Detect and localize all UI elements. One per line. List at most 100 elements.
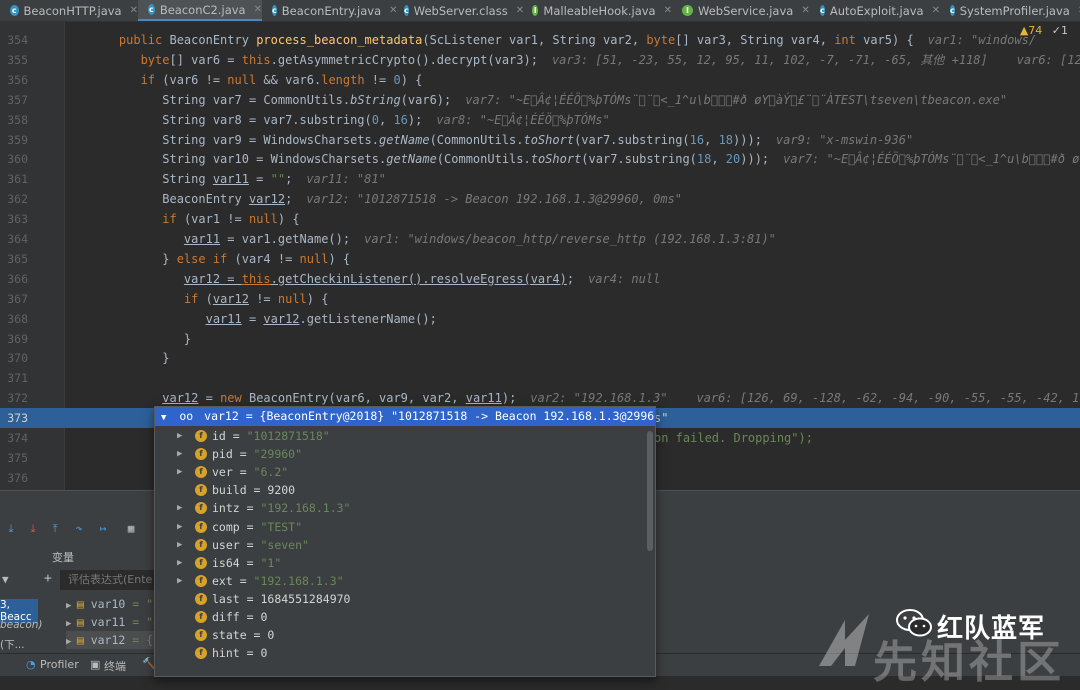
field-entry: is64 = "1": [212, 554, 281, 572]
inspection-widget[interactable]: ▲74 ✓1: [1020, 24, 1068, 37]
tab-webservice-java[interactable]: I WebService.java ✕: [672, 0, 810, 21]
code-token: [] var3, String var4,: [675, 33, 835, 47]
tab-malleablehook-java[interactable]: I MalleableHook.java ✕: [522, 0, 672, 21]
code-token: (CommonUtils.: [429, 132, 524, 147]
code-line[interactable]: 369 }: [0, 329, 1080, 349]
code-line[interactable]: 357 String var7 = CommonUtils.bString(va…: [0, 90, 1080, 110]
chevron-right-icon[interactable]: ▶: [177, 445, 182, 463]
code-token: 20: [725, 152, 741, 167]
code-text: }: [90, 348, 169, 368]
field-name: diff =: [212, 610, 261, 624]
popup-scrollbar[interactable]: [647, 431, 653, 551]
code-line[interactable]: 366 var12 = this.getCheckinListener().re…: [0, 269, 1080, 289]
line-number: 364: [7, 232, 28, 246]
class-icon: c: [148, 4, 155, 15]
code-line[interactable]: 361 String var11 = ""; var11: "81": [0, 169, 1080, 189]
code-line[interactable]: 371: [0, 368, 1080, 388]
code-line[interactable]: 359 String var9 = WindowsCharsets.getNam…: [0, 130, 1080, 150]
chevron-right-icon[interactable]: ▶: [66, 619, 77, 629]
line-number: 356: [7, 72, 28, 87]
code-line[interactable]: 362 BeaconEntry var12; var12: "1012871518…: [0, 189, 1080, 209]
field-row[interactable]: ▶ f ext = "192.168.1.3": [155, 572, 645, 590]
field-row[interactable]: ▶ f pid = "29960": [155, 445, 645, 463]
code-text: byte[] var6 = this.getAsymmetricCrypto()…: [90, 50, 1080, 70]
code-token: this: [241, 52, 271, 67]
variable-row[interactable]: ▶ ▤ var12 = {B: [66, 631, 160, 649]
variable-inspect-popup[interactable]: ▼ oo var12 = {BeaconEntry@2018} "1012871…: [154, 406, 656, 677]
chevron-right-icon[interactable]: ▶: [177, 499, 182, 517]
close-icon[interactable]: ✕: [664, 5, 672, 16]
code-line[interactable]: 358 String var8 = var7.substring(0, 16);…: [0, 110, 1080, 130]
profiler-tab[interactable]: Profiler: [40, 658, 79, 671]
class-icon: c: [820, 5, 825, 16]
drop-frame-icon[interactable]: ↷: [72, 522, 86, 536]
field-row[interactable]: f state = 0: [155, 626, 645, 644]
chevron-right-icon[interactable]: ▶: [177, 427, 182, 445]
chevron-right-icon[interactable]: ▶: [177, 572, 182, 590]
close-icon[interactable]: ✕: [801, 5, 809, 16]
field-row[interactable]: f hint = 0: [155, 644, 645, 662]
code-token: length: [321, 72, 372, 87]
close-icon[interactable]: ✕: [130, 5, 138, 16]
tab-beaconc2-java[interactable]: c BeaconC2.java ✕: [138, 0, 262, 21]
code-token: getName: [378, 132, 430, 147]
evaluate-icon[interactable]: ▦: [124, 522, 138, 536]
line-number: 374: [7, 431, 28, 445]
field-row[interactable]: ▶ f comp = "TEST": [155, 518, 645, 536]
code-token: toShort: [530, 152, 582, 167]
code-line[interactable]: 355 byte[] var6 = this.getAsymmetricCryp…: [0, 50, 1080, 70]
chevron-right-icon[interactable]: ▶: [177, 463, 182, 481]
field-row[interactable]: f diff = 0: [155, 608, 645, 626]
run-to-cursor-icon[interactable]: ↦: [96, 522, 110, 536]
tab-beaconentry-java[interactable]: c BeaconEntry.java ✕: [262, 0, 398, 21]
close-icon[interactable]: ✕: [254, 4, 262, 15]
field-row[interactable]: f build = 9200: [155, 481, 645, 499]
code-line[interactable]: 363 if (var1 != null) {: [0, 209, 1080, 229]
chevron-right-icon[interactable]: ▶: [177, 554, 182, 572]
interface-icon: I: [532, 5, 539, 16]
popup-header[interactable]: ▼ oo var12 = {BeaconEntry@2018} "1012871…: [155, 407, 655, 426]
code-text: if (var6 != null && var6.length != 0) {: [90, 70, 423, 90]
code-token: .getCheckinListener().resolveEgress(var4…: [270, 271, 567, 286]
frame-item[interactable]: (下...: [0, 637, 38, 652]
evaluate-expression-input[interactable]: 评估表达式(Ente: [60, 570, 166, 590]
code-line[interactable]: 364 var11 = var1.getName(); var1: "window…: [0, 229, 1080, 249]
terminal-icon: ▣: [90, 658, 101, 671]
field-row[interactable]: ▶ f ver = "6.2": [155, 463, 645, 481]
code-line[interactable]: 360 String var10 = WindowsCharsets.getNa…: [0, 149, 1080, 169]
field-row[interactable]: ▶ f user = "seven": [155, 536, 645, 554]
line-number: 375: [7, 450, 28, 465]
close-icon[interactable]: ✕: [932, 5, 940, 16]
code-line[interactable]: 356 if (var6 != null && var6.length != 0…: [0, 70, 1080, 90]
variable-name: var10: [90, 597, 133, 611]
variable-row[interactable]: ▶ ▤ var11 = "8: [66, 613, 160, 631]
chevron-right-icon[interactable]: ▶: [66, 637, 77, 647]
field-row[interactable]: f last = 1684551284970: [155, 590, 645, 608]
code-line[interactable]: 367 if (var12 != null) {: [0, 289, 1080, 309]
variable-row[interactable]: ▶ ▤ var10 = "x: [66, 595, 160, 613]
chevron-down-icon[interactable]: ▼: [161, 413, 166, 423]
frame-item[interactable]: beacon): [0, 619, 43, 631]
field-value: 9200: [267, 483, 296, 498]
code-text: String var11 = ""; var11: "81": [90, 169, 386, 189]
terminal-tab[interactable]: 终端: [104, 658, 126, 674]
add-watch-icon[interactable]: +: [44, 571, 52, 586]
step-out-icon[interactable]: ⤒: [48, 522, 62, 536]
code-line[interactable]: 370 }: [0, 348, 1080, 368]
code-line[interactable]: 354 public BeaconEntry process_beacon_me…: [0, 30, 1080, 50]
step-into-icon[interactable]: ⤓: [26, 522, 40, 536]
filter-icon[interactable]: ▼: [2, 573, 9, 586]
tab-autoexploit-java[interactable]: c AutoExploit.java ✕: [810, 0, 940, 21]
code-line[interactable]: 365 } else if (var4 != null) {: [0, 249, 1080, 269]
tab-webserver-class[interactable]: c WebServer.class ✕: [394, 0, 524, 21]
step-over-icon[interactable]: ⤓: [4, 522, 18, 536]
chevron-right-icon[interactable]: ▶: [66, 601, 77, 611]
field-row[interactable]: ▶ f intz = "192.168.1.3": [155, 499, 645, 517]
field-row[interactable]: ▶ f id = "1012871518": [155, 427, 645, 445]
tab-systemprofiler-java[interactable]: cSystemProfiler.java✕: [940, 0, 1080, 21]
tab-beaconhttp-java[interactable]: c BeaconHTTP.java ✕: [0, 0, 138, 21]
chevron-right-icon[interactable]: ▶: [177, 518, 182, 536]
field-row[interactable]: ▶ f is64 = "1": [155, 554, 645, 572]
chevron-right-icon[interactable]: ▶: [177, 536, 182, 554]
code-line[interactable]: 368 var11 = var12.getListenerName();: [0, 309, 1080, 329]
